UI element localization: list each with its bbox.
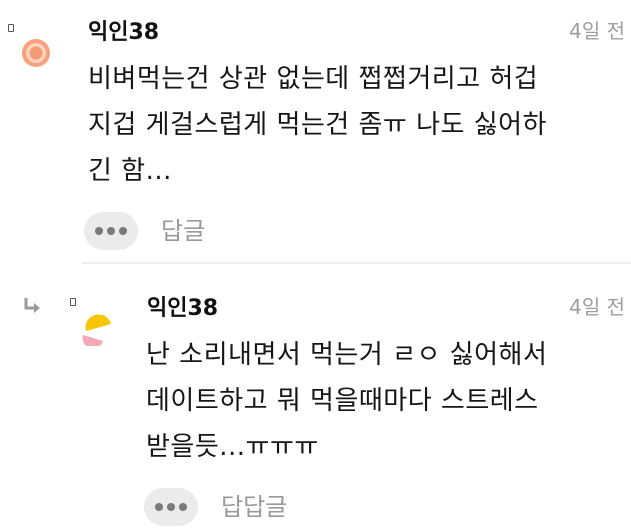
- divider: [82, 262, 631, 264]
- dot-icon: [95, 227, 103, 235]
- comment-body: 난 소리내면서 먹는거 ㄹㅇ 싫어해서 데이트하고 뭐 먹을때마다 스트레스 받…: [146, 340, 548, 462]
- dot-icon: [155, 503, 163, 511]
- badge-icon: [8, 24, 14, 32]
- reply-comment-item: 익인38 4일 전 난 소리내면서 먹는거 ㄹㅇ 싫어해서 데이트하고 뭐 먹을…: [0, 266, 631, 531]
- comment-body: 비벼먹는건 상관 없는데 쩝쩝거리고 허겁 지겁 게걸스럽게 먹는건 좀ㅠ 나도…: [88, 64, 547, 186]
- more-options-button[interactable]: [144, 488, 198, 526]
- badge-icon: [70, 298, 76, 306]
- dot-icon: [107, 227, 115, 235]
- dot-icon: [179, 503, 187, 511]
- comment-item: 익인38 4일 전 비벼먹는건 상관 없는데 쩝쩝거리고 허겁 지겁 게걸스럽게…: [0, 0, 631, 262]
- avatar[interactable]: [81, 312, 115, 346]
- avatar[interactable]: [21, 38, 51, 68]
- nickname: 익인38: [88, 20, 160, 45]
- timestamp: 4일 전: [569, 295, 625, 319]
- timestamp: 4일 전: [569, 19, 625, 43]
- more-options-button[interactable]: [84, 212, 138, 250]
- nickname: 익인38: [147, 296, 219, 321]
- reply-arrow-icon: [24, 298, 40, 313]
- reply-button[interactable]: 답답글: [221, 492, 287, 522]
- dot-icon: [167, 503, 175, 511]
- reply-button[interactable]: 답글: [161, 216, 205, 246]
- dot-icon: [119, 227, 127, 235]
